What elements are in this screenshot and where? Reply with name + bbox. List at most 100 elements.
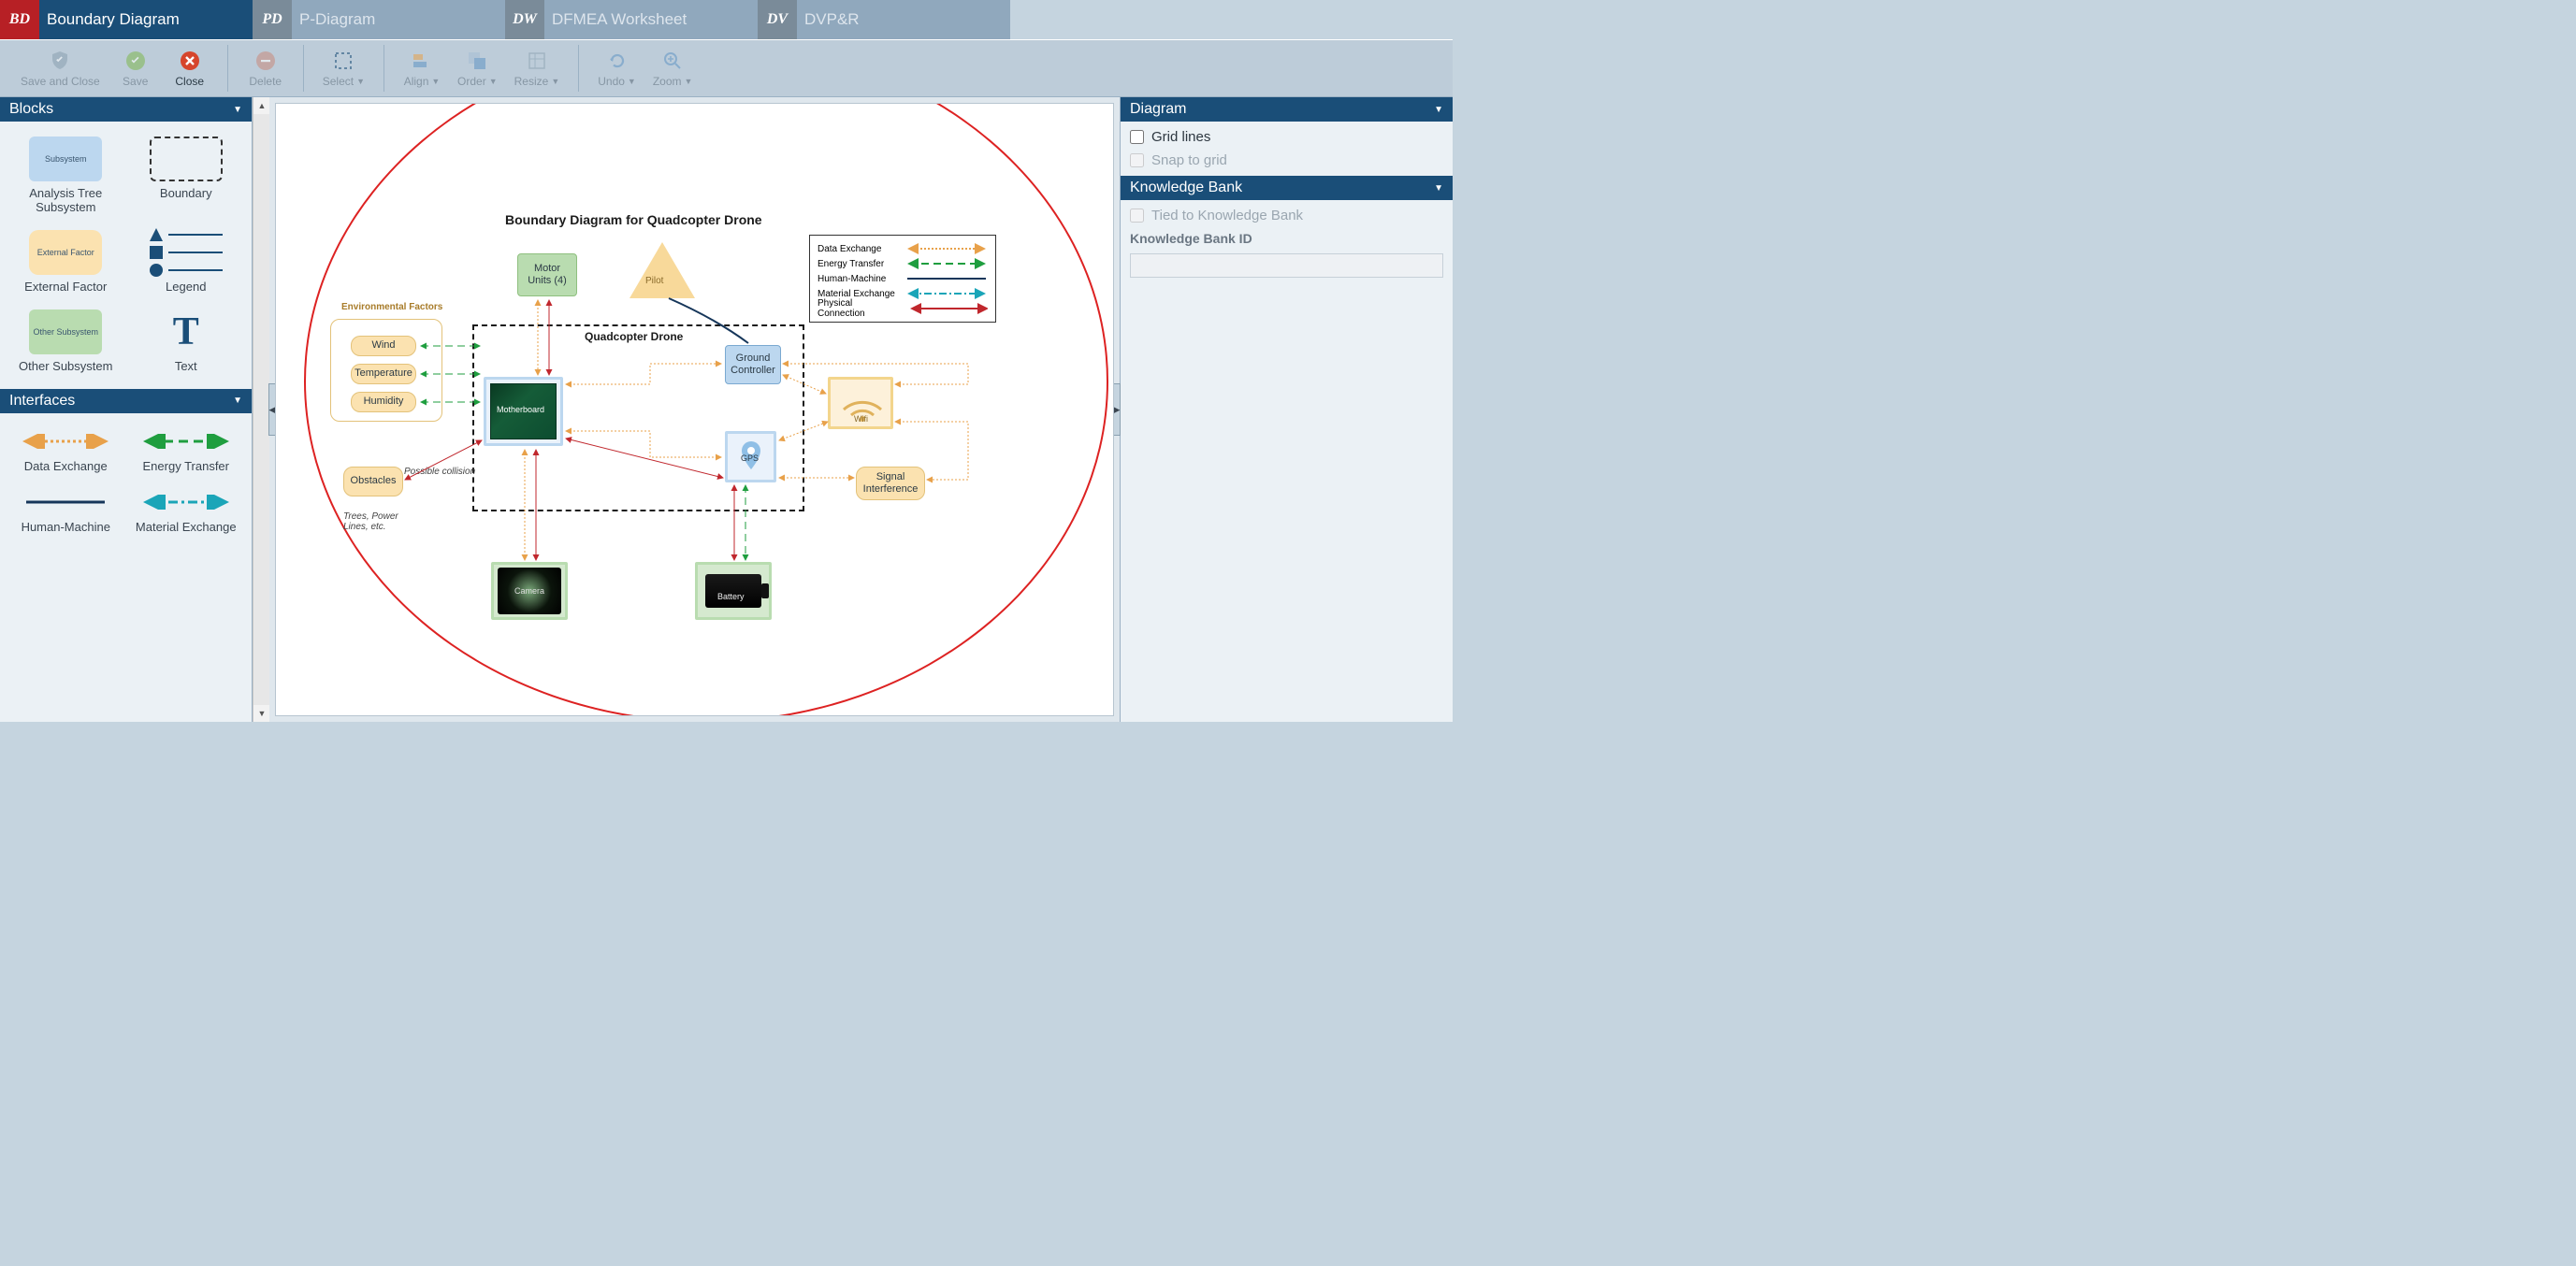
order-button[interactable]: Order▼ <box>452 42 503 94</box>
text-shape-icon: T <box>173 309 199 354</box>
align-button[interactable]: Align▼ <box>398 42 446 94</box>
tab-dvpr[interactable]: DV DVP&R <box>758 0 1010 39</box>
chevron-down-icon: ▼ <box>431 77 440 86</box>
diagram-canvas-wrap: ◀ ▶ Boundary Diagram for Quadcopter Dron… <box>269 97 1120 722</box>
close-circle-icon <box>179 50 201 72</box>
right-properties-panel: Diagram ▼ Grid lines Snap to grid Knowle… <box>1120 97 1453 722</box>
node-ground-controller[interactable]: Ground Controller <box>725 345 781 384</box>
collapse-icon: ▼ <box>1434 105 1443 115</box>
snap-to-grid-checkbox[interactable]: Snap to grid <box>1130 152 1443 168</box>
collapse-icon: ▼ <box>233 105 242 115</box>
node-motor[interactable]: Motor Units (4) <box>517 253 577 296</box>
right-collapse-handle[interactable]: ▶ <box>1113 383 1121 436</box>
diagram-title: Boundary Diagram for Quadcopter Drone <box>505 212 762 227</box>
palette-material-exchange[interactable]: Material Exchange <box>126 482 247 542</box>
energy-transfer-arrow-icon <box>143 428 229 454</box>
scroll-down-icon[interactable]: ▼ <box>253 705 270 722</box>
tab-label: P-Diagram <box>299 10 375 29</box>
minus-circle-icon <box>254 50 277 72</box>
node-signal-interference[interactable]: Signal Interference <box>856 467 925 500</box>
tab-boundary-diagram[interactable]: BD Boundary Diagram <box>0 0 253 39</box>
kb-tied-input <box>1130 209 1144 223</box>
wifi-label: Wifi <box>854 414 868 424</box>
diagram-panel-header[interactable]: Diagram ▼ <box>1121 97 1453 122</box>
legend-shape-icon <box>150 230 223 275</box>
battery-label: Battery <box>717 592 745 601</box>
close-button[interactable]: Close <box>166 42 214 94</box>
palette-boundary[interactable]: Boundary <box>126 129 247 223</box>
knowledge-bank-panel-header[interactable]: Knowledge Bank ▼ <box>1121 176 1453 200</box>
node-pilot[interactable]: Pilot <box>630 242 695 298</box>
tab-badge: DV <box>758 0 797 39</box>
node-battery[interactable] <box>695 562 772 620</box>
gps-label: GPS <box>741 453 759 463</box>
palette-human-machine[interactable]: Human-Machine <box>6 482 126 542</box>
tab-badge: PD <box>253 0 292 39</box>
palette-external-factor[interactable]: External Factor External Factor <box>6 223 126 302</box>
resize-button[interactable]: Resize▼ <box>509 42 566 94</box>
tab-dfmea-worksheet[interactable]: DW DFMEA Worksheet <box>505 0 758 39</box>
collapse-icon: ▼ <box>233 396 242 406</box>
node-wind[interactable]: Wind <box>351 336 416 356</box>
undo-button[interactable]: Undo▼ <box>592 42 642 94</box>
note-trees: Trees, Power Lines, etc. <box>343 511 418 532</box>
align-icon <box>411 50 433 72</box>
left-scrollbar[interactable]: ▲ ▼ <box>253 97 269 722</box>
node-motherboard[interactable]: Motherboard <box>484 377 563 446</box>
diagram-canvas[interactable]: Boundary Diagram for Quadcopter Drone Qu… <box>275 103 1114 716</box>
other-subsystem-shape-icon: Other Subsystem <box>29 309 102 354</box>
resize-icon <box>526 50 548 72</box>
undo-icon <box>606 50 629 72</box>
env-factors-label: Environmental Factors <box>341 302 442 312</box>
select-button[interactable]: Select▼ <box>317 42 370 94</box>
data-exchange-arrow-icon <box>22 428 109 454</box>
shield-check-icon <box>49 50 71 72</box>
palette-data-exchange[interactable]: Data Exchange <box>6 421 126 482</box>
chevron-down-icon: ▼ <box>356 77 365 86</box>
node-obstacles[interactable]: Obstacles <box>343 467 403 496</box>
palette-other-subsystem[interactable]: Other Subsystem Other Subsystem <box>6 302 126 381</box>
blocks-panel-header[interactable]: Blocks ▼ <box>0 97 252 122</box>
palette-legend[interactable]: Legend <box>126 223 247 302</box>
chevron-down-icon: ▼ <box>628 77 636 86</box>
tab-badge: DW <box>505 0 544 39</box>
tab-badge: BD <box>0 0 39 39</box>
interfaces-panel-header[interactable]: Interfaces ▼ <box>0 389 252 413</box>
tab-bar: BD Boundary Diagram PD P-Diagram DW DFME… <box>0 0 1453 39</box>
node-temperature[interactable]: Temperature <box>351 364 416 384</box>
zoom-icon <box>661 50 684 72</box>
node-humidity[interactable]: Humidity <box>351 392 416 412</box>
palette-analysis-tree-subsystem[interactable]: Subsystem Analysis Tree Subsystem <box>6 129 126 223</box>
human-machine-arrow-icon <box>22 489 109 515</box>
chevron-down-icon: ▼ <box>551 77 559 86</box>
tab-label: Boundary Diagram <box>47 10 180 29</box>
zoom-button[interactable]: Zoom▼ <box>647 42 699 94</box>
kb-id-input[interactable] <box>1130 253 1443 278</box>
tab-label: DFMEA Worksheet <box>552 10 687 29</box>
save-button[interactable]: Save <box>111 42 160 94</box>
delete-button[interactable]: Delete <box>241 42 290 94</box>
external-factor-shape-icon: External Factor <box>29 230 102 275</box>
kb-id-label: Knowledge Bank ID <box>1130 231 1443 246</box>
check-circle-icon <box>124 50 147 72</box>
palette-text[interactable]: T Text <box>126 302 247 381</box>
node-camera[interactable]: Camera <box>491 562 568 620</box>
diagram-legend[interactable]: Data Exchange Energy Transfer Human-Mach… <box>809 235 996 323</box>
note-collision: Possible collision <box>404 467 475 477</box>
order-icon <box>466 50 488 72</box>
scroll-up-icon[interactable]: ▲ <box>253 97 270 114</box>
left-palette-panel: Blocks ▼ Subsystem Analysis Tree Subsyst… <box>0 97 253 722</box>
chevron-down-icon: ▼ <box>685 77 693 86</box>
grid-lines-input[interactable] <box>1130 130 1144 144</box>
material-exchange-arrow-icon <box>143 489 229 515</box>
kb-tied-checkbox[interactable]: Tied to Knowledge Bank <box>1130 208 1443 223</box>
marquee-icon <box>332 50 355 72</box>
grid-lines-checkbox[interactable]: Grid lines <box>1130 129 1443 145</box>
subsystem-shape-icon: Subsystem <box>29 137 102 181</box>
collapse-icon: ▼ <box>1434 183 1443 194</box>
palette-energy-transfer[interactable]: Energy Transfer <box>126 421 247 482</box>
tab-p-diagram[interactable]: PD P-Diagram <box>253 0 505 39</box>
save-and-close-button[interactable]: Save and Close <box>15 42 106 94</box>
snap-to-grid-input <box>1130 153 1144 167</box>
boundary-shape-icon <box>150 137 223 181</box>
